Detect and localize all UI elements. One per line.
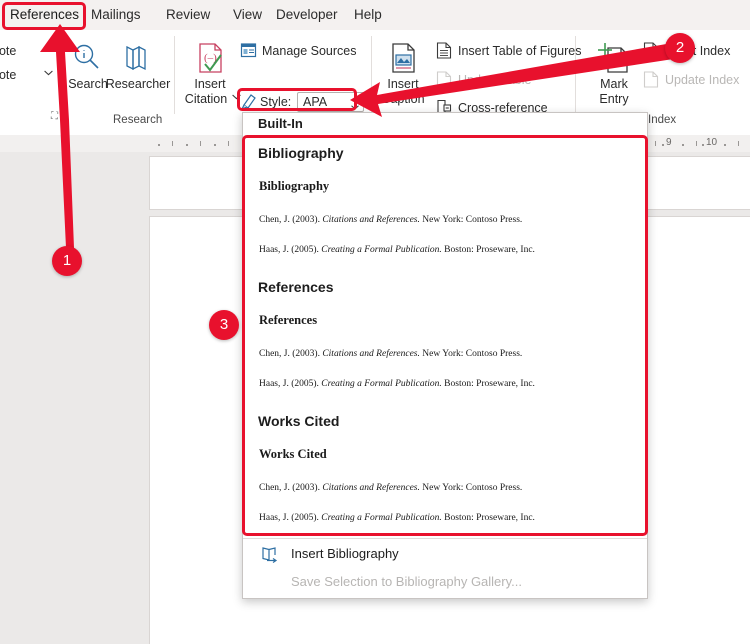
manage-sources-label[interactable]: Manage Sources [262,44,357,58]
preview-heading: Works Cited [259,447,327,461]
bibliography-gallery: Bibliography Bibliography Chen, J. (2003… [243,135,647,537]
mark-entry-icon[interactable] [596,42,630,76]
insert-bibliography-command[interactable]: Insert Bibliography [243,541,647,569]
insert-footnote-label[interactable]: note [0,44,16,58]
citation-style-value: APA [303,95,328,109]
save-selection-to-gallery-command: Save Selection to Bibliography Gallery..… [243,569,647,597]
insert-endnote-label[interactable]: note [0,68,16,82]
dropdown-section-header: Built-In [258,116,303,131]
group-label-research: Research [113,114,163,126]
save-selection-label: Save Selection to Bibliography Gallery..… [291,574,522,589]
gallery-item-works-cited[interactable]: Works Cited Works Cited Chen, J. (2003).… [243,403,647,537]
search-icon[interactable] [72,42,102,72]
preview-reference: Haas, J. (2005). Creating a Formal Publi… [259,379,535,389]
tab-view[interactable]: View [227,4,268,26]
bibliography-dropdown-menu: Built-In Bibliography Bibliography Chen,… [242,112,648,599]
update-table-label: Update Table [458,73,532,87]
insert-caption-label-line2[interactable]: Caption [372,92,434,106]
update-index-icon [643,71,659,88]
insert-citation-icon[interactable]: (–) [193,42,227,78]
gallery-item-bibliography[interactable]: Bibliography Bibliography Chen, J. (2003… [243,135,647,269]
bibliography-icon [261,546,279,563]
insert-bibliography-label: Insert Bibliography [291,546,399,561]
insert-citation-label-line2[interactable]: Citation [176,92,236,106]
chevron-down-icon [351,99,359,110]
dropdown-divider [243,538,647,539]
footnotes-dialog-launcher[interactable]: ⛶ [51,111,58,122]
insert-citation-label-line1[interactable]: Insert [176,77,244,91]
tab-review[interactable]: Review [160,4,216,26]
tab-help[interactable]: Help [348,4,388,26]
gallery-item-title: Bibliography [258,145,344,161]
group-label-index: Index [648,114,677,126]
group-separator [64,36,65,114]
style-label: Style: [260,95,292,109]
group-separator [174,36,175,114]
gallery-item-references[interactable]: References References Chen, J. (2003). C… [243,269,647,403]
insert-table-of-figures-label[interactable]: Insert Table of Figures [458,44,581,58]
ruler-number: 10 [706,137,718,148]
mark-entry-label-line1[interactable]: Mark [590,77,638,91]
preview-reference: Chen, J. (2003). Citations and Reference… [259,215,523,225]
ribbon-tab-strip: References Mailings Review View Develope… [0,0,750,30]
chevron-down-icon[interactable] [44,70,53,76]
gallery-item-title: Works Cited [258,413,340,429]
insert-caption-icon[interactable] [387,42,419,76]
style-icon [240,92,257,110]
preview-reference: Haas, J. (2005). Creating a Formal Publi… [259,245,535,255]
preview-reference: Haas, J. (2005). Creating a Formal Publi… [259,513,535,523]
preview-reference: Chen, J. (2003). Citations and Reference… [259,483,523,493]
preview-heading: References [259,313,318,327]
tab-references[interactable]: References [4,4,85,29]
tab-developer[interactable]: Developer [270,4,344,26]
insert-index-icon[interactable] [643,42,659,59]
preview-heading: Bibliography [259,179,330,193]
mark-entry-label-line2[interactable]: Entry [590,92,638,106]
insert-table-of-figures-icon[interactable] [436,42,452,59]
preview-reference: Chen, J. (2003). Citations and Reference… [259,349,523,359]
citation-style-select[interactable]: APA [297,92,364,112]
researcher-icon[interactable] [122,42,152,72]
ruler-number: 9 [666,137,672,148]
annotation-marker-2: 2 [665,33,695,63]
update-table-icon [436,71,452,88]
tab-mailings[interactable]: Mailings [85,4,147,26]
researcher-button-label[interactable]: Researcher [104,77,172,91]
insert-caption-label-line1[interactable]: Insert [372,77,434,91]
manage-sources-icon[interactable] [240,42,257,59]
gallery-item-title: References [258,279,334,295]
annotation-marker-3: 3 [209,310,239,340]
annotation-marker-1: 1 [52,246,82,276]
update-index-label: Update Index [665,73,740,87]
